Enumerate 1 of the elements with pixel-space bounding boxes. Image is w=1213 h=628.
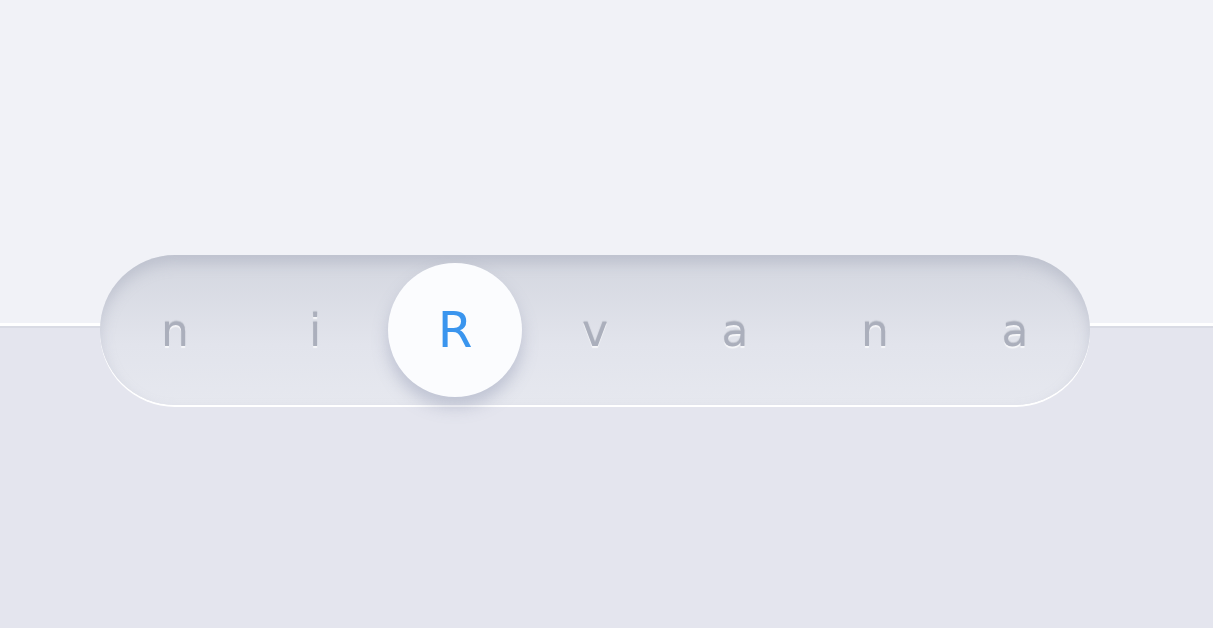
letter-tab[interactable]: R <box>388 263 522 397</box>
